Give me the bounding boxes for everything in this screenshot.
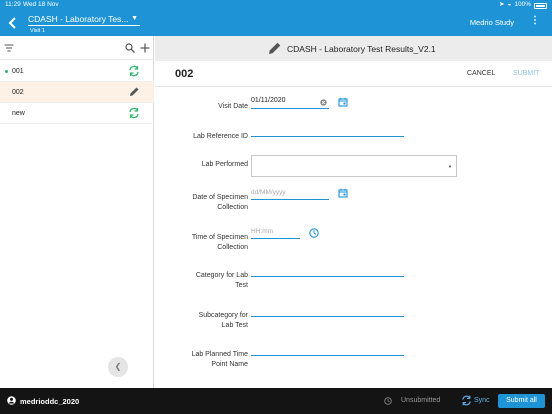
subject-row-002[interactable]: 002 [0, 82, 154, 103]
specimen-time-placeholder: HH:mm [251, 228, 274, 235]
submit-all-button[interactable]: Submit all [498, 394, 545, 408]
form-header-title: CDASH - Laboratory Test Results_V2.1 [287, 43, 436, 54]
category-field[interactable] [251, 276, 404, 277]
specimen-time-label-line2: Collection [217, 244, 248, 251]
status-time: 11:29 [5, 1, 21, 8]
nav-bar: CDASH - Laboratory Tes... ▼ Visit 1 Medr… [0, 10, 552, 36]
planned-time-label-line2: Point Name [211, 361, 248, 368]
user-name: medrioddc_2020 [20, 397, 80, 406]
subcategory-field[interactable] [251, 316, 404, 317]
more-menu-icon[interactable]: ⋮ [530, 14, 540, 28]
cancel-button[interactable]: CANCEL [467, 70, 495, 77]
filter-icon[interactable] [4, 43, 14, 53]
status-bar: 11:29 Wed 18 Nov ➤ ◒ 100% [0, 0, 552, 10]
back-button[interactable] [6, 14, 18, 32]
subcategory-label-line2: Lab Test [221, 322, 248, 329]
lab-reference-id-label: Lab Reference ID [193, 133, 248, 140]
caret-down-icon: ▼ [131, 15, 138, 22]
clock-icon[interactable] [309, 228, 319, 238]
sync-icon[interactable] [128, 65, 140, 77]
form-area: CDASH - Laboratory Test Results_V2.1 002… [155, 36, 552, 388]
specimen-time-field[interactable] [251, 238, 300, 239]
planned-time-field[interactable] [251, 355, 404, 356]
chevron-left-icon: ❮ [114, 362, 122, 371]
record-id: 002 [175, 68, 194, 80]
sync-icon[interactable] [128, 107, 140, 119]
calendar-icon[interactable] [338, 188, 348, 198]
lab-performed-select[interactable]: ▼ [251, 155, 457, 177]
caret-down-icon: ▼ [448, 164, 452, 169]
subject-list: 001 002 new [0, 61, 154, 124]
visit-date-label: Visit Date [218, 103, 248, 110]
sync-icon[interactable] [461, 395, 472, 406]
subject-row-new[interactable]: new [0, 103, 154, 124]
subject-row-001[interactable]: 001 [0, 61, 154, 82]
status-right: ➤ ◒ 100% [499, 0, 547, 10]
subject-label: 001 [12, 68, 24, 75]
specimen-date-label: Date of Specimen Collection [155, 193, 248, 213]
lab-reference-id-field[interactable] [251, 136, 404, 137]
subject-toolbar [0, 36, 154, 60]
visit-label: Visit 1 [30, 28, 45, 34]
wifi-icon: ◒ [507, 1, 512, 8]
location-icon: ➤ [498, 1, 505, 8]
user-icon [7, 396, 16, 405]
specimen-date-label-line1: Date of Specimen [192, 194, 248, 201]
category-label-line1: Category for Lab [195, 272, 248, 279]
form-selector[interactable]: CDASH - Laboratory Tes... ▼ [28, 14, 140, 26]
chevron-left-icon [8, 17, 16, 29]
search-icon[interactable] [125, 43, 135, 53]
clear-icon[interactable] [320, 99, 327, 106]
collapse-panel-button[interactable]: ❮ [108, 357, 128, 377]
specimen-date-label-line2: Collection [217, 204, 248, 211]
form-header: CDASH - Laboratory Test Results_V2.1 [155, 36, 552, 61]
status-date: Wed 18 Nov [23, 1, 59, 8]
study-name: Medrio Study [469, 18, 514, 27]
bottom-bar: medrioddc_2020 Unsubmitted Sync Submit a… [0, 388, 552, 414]
sync-button[interactable]: Sync [474, 397, 490, 404]
record-bar: 002 CANCEL SUBMIT [155, 61, 552, 87]
lab-performed-label: Lab Performed [201, 161, 248, 168]
planned-time-label: Lab Planned Time Point Name [155, 350, 248, 370]
specimen-date-field[interactable] [251, 199, 329, 200]
subject-panel: 001 002 new ❮ [0, 36, 154, 388]
visit-date-value: 01/11/2020 [251, 97, 286, 104]
specimen-date-placeholder: dd/MM/yyyy [251, 189, 286, 196]
calendar-icon[interactable] [338, 97, 348, 107]
subject-label: 002 [12, 89, 24, 96]
pencil-icon [269, 42, 281, 54]
category-label: Category for Lab Test [155, 271, 248, 291]
status-dot [5, 70, 8, 73]
category-label-line2: Test [235, 282, 248, 289]
form-title: CDASH - Laboratory Tes... [28, 14, 129, 24]
specimen-time-label: Time of Specimen Collection [155, 233, 248, 253]
submit-button[interactable]: SUBMIT [513, 70, 539, 77]
planned-time-label-line1: Lab Planned Time [191, 351, 248, 358]
subcategory-label-line1: Subcategory for [198, 312, 248, 319]
battery-icon [534, 3, 547, 9]
pencil-icon[interactable] [128, 86, 140, 98]
specimen-time-label-line1: Time of Specimen [191, 234, 248, 241]
clock-icon [384, 397, 392, 405]
battery-label: 100% [514, 1, 531, 8]
visit-date-field[interactable] [251, 108, 329, 109]
submission-status: Unsubmitted [401, 397, 441, 404]
subject-label: new [12, 110, 25, 117]
subcategory-label: Subcategory for Lab Test [155, 311, 248, 331]
add-icon[interactable] [140, 43, 150, 53]
